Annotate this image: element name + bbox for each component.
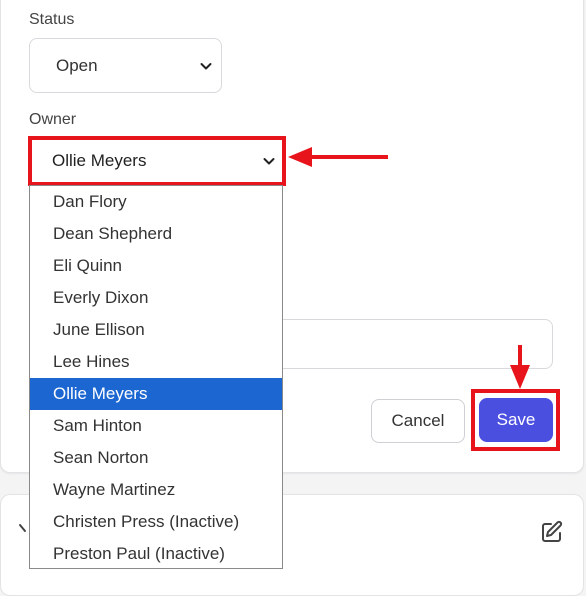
arrow-left-annotation (288, 147, 388, 167)
owner-dropdown-list: Dan Flory Dean Shepherd Eli Quinn Everly… (29, 185, 283, 569)
status-label: Status (29, 11, 75, 28)
chevron-icon[interactable] (18, 522, 32, 536)
owner-option[interactable]: Dean Shepherd (30, 218, 282, 250)
owner-option[interactable]: Sam Hinton (30, 410, 282, 442)
owner-option[interactable]: Eli Quinn (30, 250, 282, 282)
owner-select-value: Ollie Meyers (52, 151, 147, 170)
owner-option[interactable]: Dan Flory (30, 186, 282, 218)
owner-option[interactable]: Everly Dixon (30, 282, 282, 314)
owner-option[interactable]: Sean Norton (30, 442, 282, 474)
owner-select[interactable]: Ollie Meyers (28, 136, 286, 186)
owner-option[interactable]: Preston Paul (Inactive) (30, 538, 282, 570)
chevron-down-icon (263, 158, 275, 165)
owner-option[interactable]: Christen Press (Inactive) (30, 506, 282, 538)
owner-option[interactable]: Lee Hines (30, 346, 282, 378)
edit-icon[interactable] (540, 520, 564, 544)
cancel-button[interactable]: Cancel (371, 399, 465, 443)
owner-option-selected[interactable]: Ollie Meyers (30, 378, 282, 410)
status-select[interactable]: Open (29, 38, 222, 93)
arrow-down-annotation (510, 345, 530, 389)
save-button[interactable]: Save (479, 398, 553, 442)
chevron-down-icon (200, 62, 212, 69)
owner-option[interactable]: Wayne Martinez (30, 474, 282, 506)
status-select-value: Open (56, 55, 98, 75)
owner-option[interactable]: June Ellison (30, 314, 282, 346)
owner-label: Owner (29, 111, 77, 128)
